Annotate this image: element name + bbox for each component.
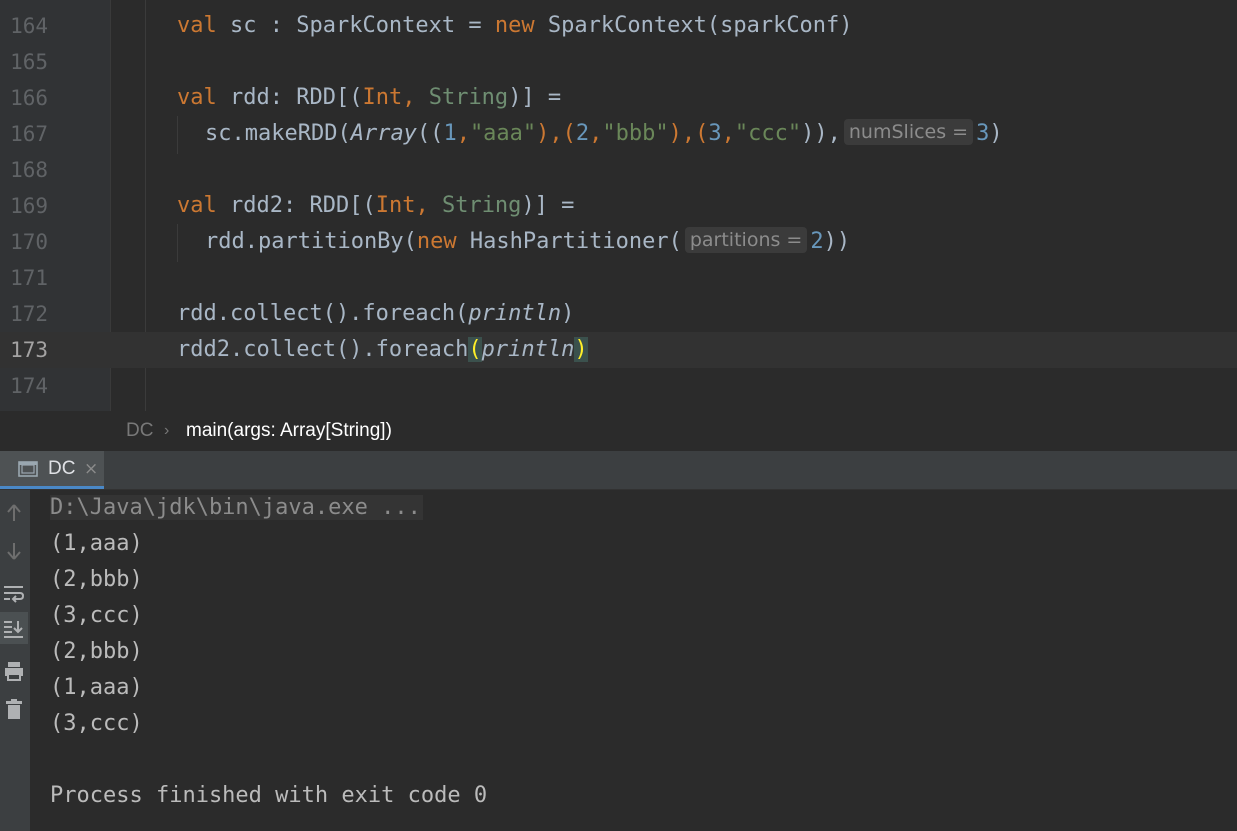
matched-paren: ): [574, 337, 588, 362]
line-number: 167: [10, 122, 48, 146]
line-number: 174: [10, 374, 48, 398]
breadcrumb-method[interactable]: main(args: Array[String]): [186, 411, 392, 451]
process-finished-message: Process finished with exit code 0: [50, 783, 488, 808]
breadcrumb-class[interactable]: DC: [126, 411, 153, 451]
code-text: val rdd2: RDD[(Int, String)] =: [177, 193, 575, 218]
chevron-right-icon: ›: [164, 422, 170, 439]
console-line: (2,bbb): [50, 567, 143, 592]
console-line: (3,ccc): [50, 711, 143, 736]
console-icon: [18, 461, 38, 477]
code-line[interactable]: 167 sc.makeRDD(Array((1,"aaa"),(2,"bbb")…: [0, 116, 1237, 152]
code-text: sc.makeRDD(Array((1,"aaa"),(2,"bbb"),(3,…: [205, 119, 1003, 146]
line-number: 171: [10, 266, 48, 290]
code-line[interactable]: 169 val rdd2: RDD[(Int, String)] =: [0, 188, 1237, 224]
code-line[interactable]: 166 val rdd: RDD[(Int, String)] =: [0, 80, 1237, 116]
code-text: val sc : SparkContext = new SparkContext…: [177, 13, 853, 38]
line-number: 173: [10, 338, 48, 362]
code-editor[interactable]: 164 val sc : SparkContext = new SparkCon…: [0, 0, 1237, 411]
parameter-hint: partitions =: [684, 227, 808, 253]
line-number: 168: [10, 158, 48, 182]
parameter-hint: numSlices =: [843, 119, 974, 145]
code-text: rdd2.collect().foreach(println): [177, 337, 588, 362]
console-line: (1,aaa): [50, 675, 143, 700]
code-line[interactable]: 170 rdd.partitionBy(new HashPartitioner(…: [0, 224, 1237, 260]
code-text: rdd.partitionBy(new HashPartitioner(part…: [205, 227, 851, 254]
breadcrumb: DC › main(args: Array[String]): [0, 411, 1237, 451]
line-number: 170: [10, 230, 48, 254]
print-icon[interactable]: [0, 654, 28, 686]
code-text: rdd.collect().foreach(println): [177, 301, 575, 326]
code-line[interactable]: 165: [0, 44, 1237, 80]
console-command-line: D:\Java\jdk\bin\java.exe ...: [50, 495, 423, 520]
console-line: (1,aaa): [50, 531, 143, 556]
run-panel-header: DC ×: [0, 451, 1237, 490]
arrow-up-icon[interactable]: [0, 496, 28, 528]
line-number: 169: [10, 194, 48, 218]
code-text: val rdd: RDD[(Int, String)] =: [177, 85, 562, 110]
console-output[interactable]: D:\Java\jdk\bin\java.exe ... (1,aaa) (2,…: [0, 490, 1237, 831]
code-line[interactable]: 164 val sc : SparkContext = new SparkCon…: [0, 8, 1237, 44]
console-toolbar: [0, 490, 30, 831]
trash-icon[interactable]: [0, 692, 28, 724]
tab-label: DC: [48, 458, 76, 479]
line-number: 164: [10, 14, 48, 38]
close-icon[interactable]: ×: [84, 451, 98, 487]
console-line: (3,ccc): [50, 603, 143, 628]
matched-paren: (: [468, 337, 482, 362]
line-number: 172: [10, 302, 48, 326]
arrow-down-icon[interactable]: [0, 534, 28, 566]
code-line[interactable]: 171: [0, 260, 1237, 296]
line-number: 166: [10, 86, 48, 110]
tab-run-dc[interactable]: DC ×: [0, 451, 104, 489]
current-code-line[interactable]: 173 rdd2.collect().foreach(println): [0, 332, 1237, 368]
console-line: (2,bbb): [50, 639, 143, 664]
code-line[interactable]: 172 rdd.collect().foreach(println): [0, 296, 1237, 332]
code-line[interactable]: 174: [0, 368, 1237, 404]
code-line[interactable]: 168: [0, 152, 1237, 188]
scroll-to-end-icon[interactable]: [0, 612, 28, 644]
soft-wrap-icon[interactable]: [0, 576, 28, 608]
line-number: 165: [10, 50, 48, 74]
